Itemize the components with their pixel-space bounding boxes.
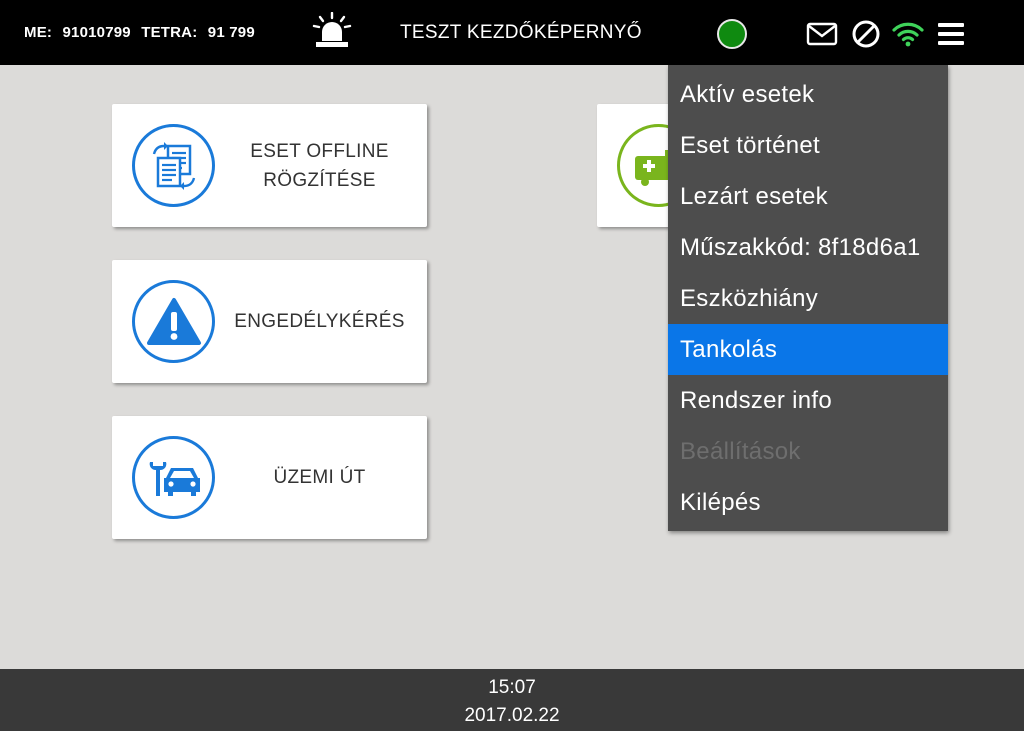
- me-label: ME:: [24, 24, 53, 41]
- main-menu-dropdown: Aktív esetek Eset történet Lezárt esetek…: [668, 65, 948, 531]
- me-value: 91010799: [62, 24, 131, 41]
- offline-case-card[interactable]: ESET OFFLINE RÖGZÍTÉSE: [112, 104, 427, 227]
- wifi-icon[interactable]: [892, 18, 924, 50]
- card-label: ESET OFFLINE RÖGZÍTÉSE: [250, 140, 389, 191]
- hamburger-menu-icon[interactable]: [935, 18, 967, 50]
- menu-item-shift-code[interactable]: Műszakkód: 8f18d6a1: [668, 222, 948, 273]
- mail-icon[interactable]: [806, 18, 838, 50]
- top-bar: ME: 91010799 TETRA: 91 799 TESZT KEZDŐKÉ…: [0, 0, 1024, 65]
- status-footer: 15:07 2017.02.22: [0, 669, 1024, 731]
- card-label: ÜZEMI ÚT: [273, 467, 366, 488]
- car-tools-icon: [132, 436, 215, 519]
- card-label: ENGEDÉLYKÉRÉS: [234, 311, 405, 332]
- menu-item-system-info[interactable]: Rendszer info: [668, 375, 948, 426]
- clock-time: 15:07: [488, 677, 536, 698]
- clock-date: 2017.02.22: [464, 705, 560, 726]
- service-trip-card[interactable]: ÜZEMI ÚT: [112, 416, 427, 539]
- menu-item-active-cases[interactable]: Aktív esetek: [668, 69, 948, 120]
- menu-item-refueling[interactable]: Tankolás: [668, 324, 948, 375]
- unit-ids: ME: 91010799 TETRA: 91 799: [24, 24, 261, 41]
- siren-icon[interactable]: [312, 12, 352, 50]
- menu-item-logout[interactable]: Kilépés: [668, 477, 948, 528]
- menu-item-settings: Beállítások: [680, 438, 801, 465]
- documents-sync-icon: [132, 124, 215, 207]
- menu-item-case-history[interactable]: Eset történet: [668, 120, 948, 171]
- status-indicator: [717, 19, 747, 49]
- warning-icon: [132, 280, 215, 363]
- permission-request-card[interactable]: ENGEDÉLYKÉRÉS: [112, 260, 427, 383]
- page-title: TESZT KEZDŐKÉPERNYŐ: [400, 22, 642, 43]
- tetra-label: TETRA:: [141, 24, 198, 41]
- block-icon[interactable]: [850, 18, 882, 50]
- menu-item-equipment-shortage[interactable]: Eszközhiány: [668, 273, 948, 324]
- tetra-value: 91 799: [207, 24, 255, 41]
- menu-item-closed-cases[interactable]: Lezárt esetek: [668, 171, 948, 222]
